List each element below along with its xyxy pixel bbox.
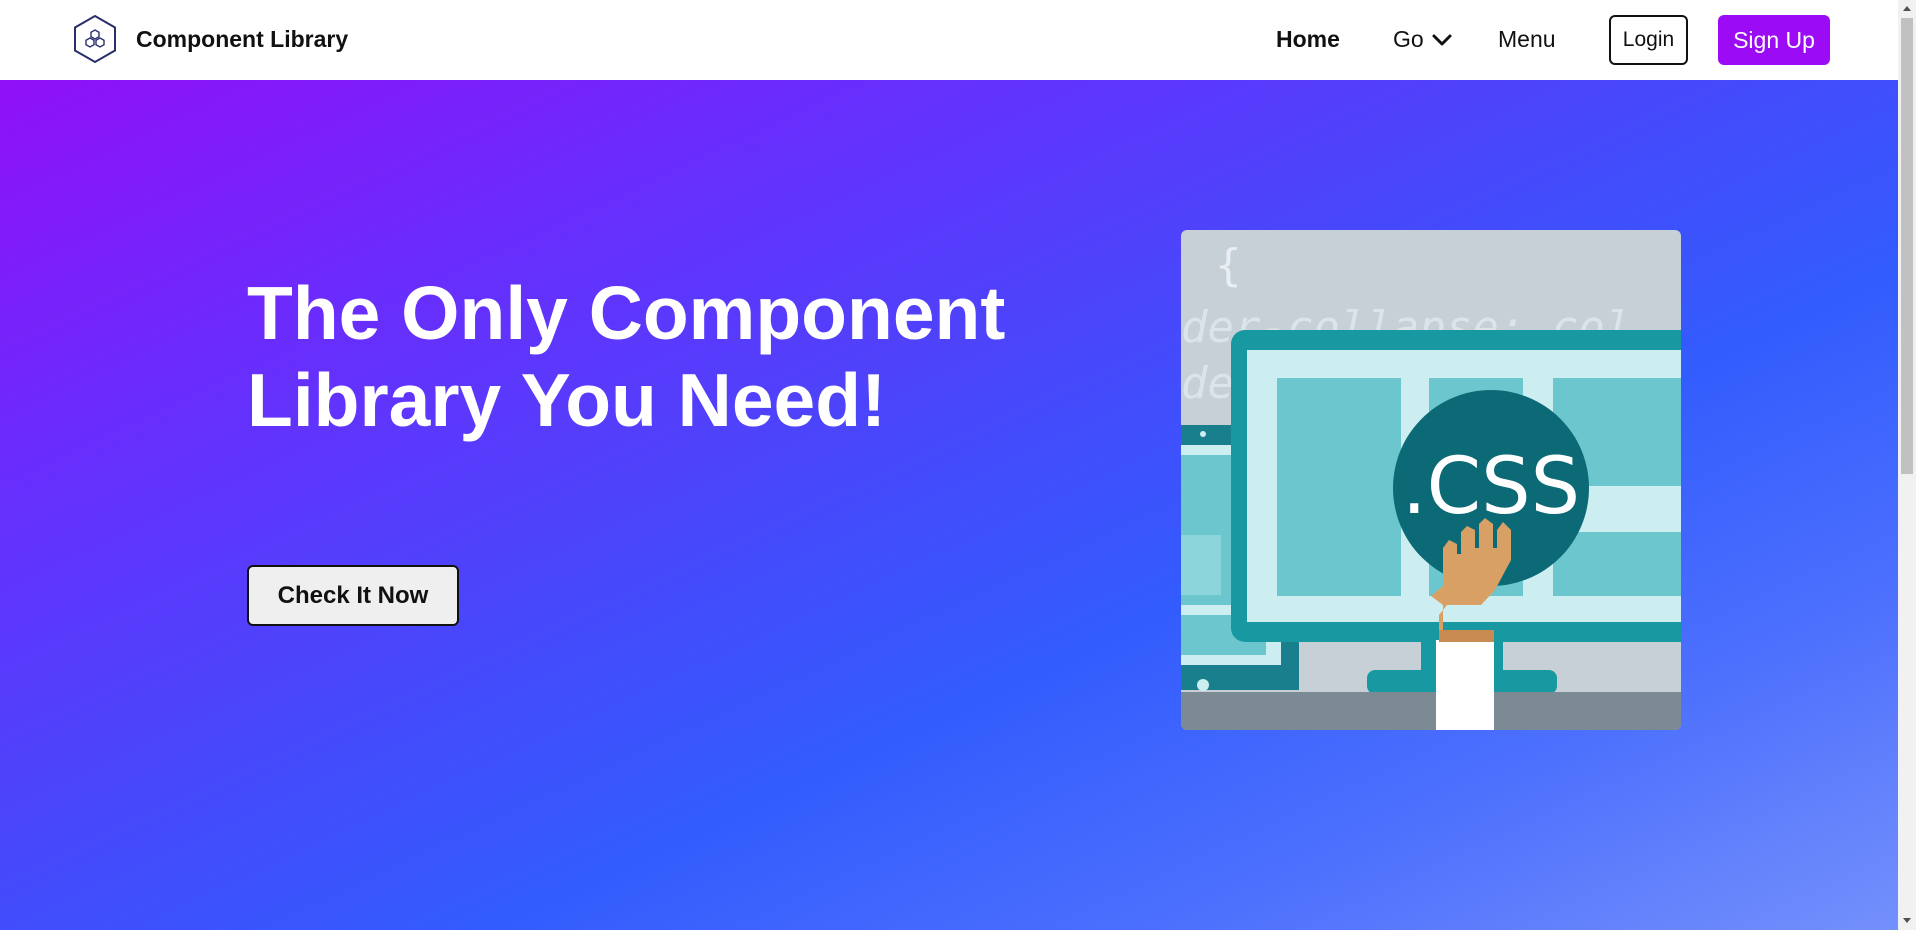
hero-illustration: { der-collapse: col de .CSS bbox=[1181, 230, 1681, 730]
code-line-2: de bbox=[1181, 358, 1234, 409]
check-it-now-button[interactable]: Check It Now bbox=[247, 565, 459, 626]
scroll-down-arrow-icon[interactable] bbox=[1898, 912, 1916, 930]
code-brace: { bbox=[1215, 240, 1242, 291]
nav-home-link[interactable]: Home bbox=[1276, 26, 1340, 53]
nav-menu-link[interactable]: Menu bbox=[1498, 26, 1556, 53]
nav-go-label: Go bbox=[1393, 26, 1424, 52]
hero-section: The Only Component Library You Need! Che… bbox=[0, 80, 1898, 930]
nav-links: Home Go Menu Login Sign Up bbox=[0, 0, 1898, 80]
signup-button[interactable]: Sign Up bbox=[1718, 15, 1830, 65]
scroll-up-arrow-icon[interactable] bbox=[1898, 0, 1916, 18]
page-scrollbar[interactable] bbox=[1898, 0, 1916, 930]
nav-go-dropdown[interactable]: Go bbox=[1393, 26, 1454, 53]
login-button[interactable]: Login bbox=[1609, 15, 1688, 65]
top-navbar: Component Library Home Go Menu Login Sig… bbox=[0, 0, 1898, 80]
css-badge-text: .CSS bbox=[1402, 442, 1580, 532]
chevron-down-icon bbox=[1432, 34, 1452, 45]
hero-title: The Only Component Library You Need! bbox=[247, 271, 1006, 442]
css-illustration-icon: { der-collapse: col de .CSS bbox=[1181, 230, 1681, 730]
scroll-thumb[interactable] bbox=[1901, 18, 1913, 474]
